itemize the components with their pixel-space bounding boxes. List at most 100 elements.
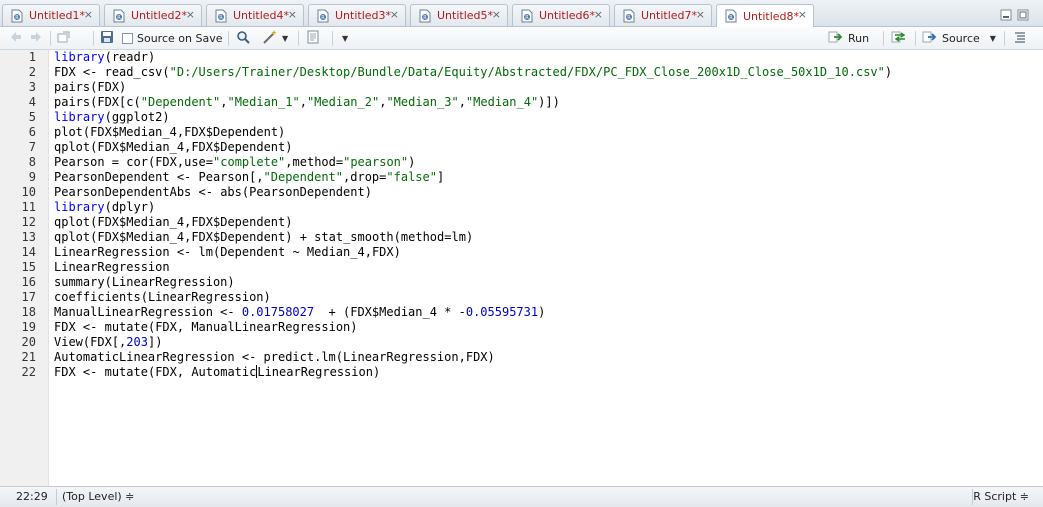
- code-token: mutate: [104, 320, 148, 334]
- close-tab-icon[interactable]: ×: [288, 9, 297, 21]
- chevron-down-icon: ▼: [282, 34, 289, 43]
- code-line[interactable]: LinearRegression <- lm(Dependent ~ Media…: [54, 245, 892, 260]
- code-token: plot: [54, 125, 83, 139]
- code-token: Median_4: [126, 230, 185, 244]
- tab-label: Untitled8*: [743, 9, 800, 23]
- show-in-window-button[interactable]: [57, 30, 71, 47]
- code-token: =: [205, 155, 214, 169]
- string-literal: "Median_4": [465, 95, 539, 109]
- code-line[interactable]: FDX <- mutate(FDX, ManualLinearRegressio…: [54, 320, 892, 335]
- code-token: FDX: [54, 65, 76, 79]
- code-area[interactable]: library(readr) FDX <- read_csv("D:/Users/…: [54, 50, 892, 380]
- code-line[interactable]: qplot(FDX$Median_4,FDX$Dependent) + stat…: [54, 230, 892, 245]
- tab-untitled2[interactable]: R Untitled2* ×: [104, 4, 202, 26]
- close-tab-icon[interactable]: ×: [798, 9, 807, 21]
- forward-button[interactable]: [29, 30, 43, 47]
- maximize-pane-icon[interactable]: [1017, 9, 1029, 24]
- code-token: <-: [169, 170, 199, 184]
- code-line[interactable]: coefficients(LinearRegression): [54, 290, 892, 305]
- close-tab-icon[interactable]: ×: [594, 9, 603, 21]
- close-tab-icon[interactable]: ×: [186, 9, 195, 21]
- code-line[interactable]: library(readr): [54, 50, 892, 65]
- code-token: coefficients: [54, 290, 141, 304]
- code-token: drop: [350, 170, 380, 184]
- back-button[interactable]: [9, 30, 23, 47]
- code-line[interactable]: FDX <- mutate(FDX, AutomaticLinearRegres…: [54, 365, 892, 380]
- code-tools-button[interactable]: ▼: [262, 30, 288, 47]
- line-number: 1: [28, 50, 36, 64]
- toolbar-separator: [332, 31, 333, 46]
- scope-selector[interactable]: (Top Level) ≑: [62, 490, 134, 503]
- code-token: ): [350, 320, 358, 334]
- minimize-pane-icon[interactable]: [1000, 9, 1012, 24]
- code-line[interactable]: summary(LinearRegression): [54, 275, 892, 290]
- tab-untitled8[interactable]: R Untitled8* ×: [716, 4, 814, 27]
- source-on-save-toggle[interactable]: Source on Save: [122, 30, 222, 47]
- code-token: (: [140, 290, 148, 304]
- more-menu-button[interactable]: ▼: [342, 30, 348, 47]
- code-token: ): [372, 365, 381, 379]
- tab-untitled6[interactable]: R Untitled6* ×: [512, 4, 610, 26]
- code-line[interactable]: PearsonDependentAbs <- abs(PearsonDepend…: [54, 185, 892, 200]
- code-token: <-: [75, 320, 105, 334]
- code-line[interactable]: qplot(FDX$Median_4,FDX$Dependent): [54, 140, 892, 155]
- close-tab-icon[interactable]: ×: [696, 9, 705, 21]
- pane-window-controls: [1000, 9, 1029, 24]
- close-tab-icon[interactable]: ×: [390, 9, 399, 21]
- code-line[interactable]: LinearRegression: [54, 260, 892, 275]
- code-token: FDX: [97, 80, 120, 94]
- code-line[interactable]: qplot(FDX$Median_4,FDX$Dependent): [54, 215, 892, 230]
- code-line[interactable]: library(dplyr): [54, 200, 892, 215]
- code-token: (: [104, 50, 112, 64]
- tab-untitled1[interactable]: R Untitled1* ×: [2, 4, 100, 26]
- document-outline-button[interactable]: [1013, 30, 1027, 47]
- close-tab-icon[interactable]: ×: [84, 9, 93, 21]
- code-line[interactable]: plot(FDX$Median_4,FDX$Dependent): [54, 125, 892, 140]
- source-on-save-checkbox[interactable]: [122, 33, 133, 44]
- compile-report-button[interactable]: [306, 30, 320, 47]
- code-token: (: [104, 110, 112, 124]
- tab-untitled4[interactable]: R Untitled4* ×: [206, 4, 304, 26]
- tab-untitled3[interactable]: R Untitled3* ×: [308, 4, 406, 26]
- line-number: 11: [21, 200, 36, 214]
- code-line[interactable]: Pearson = cor(FDX,use="complete",method=…: [54, 155, 892, 170]
- code-token: ): [884, 65, 893, 79]
- code-token: FDX: [90, 335, 112, 349]
- line-number: 5: [28, 110, 36, 124]
- magnifier-icon: [236, 30, 251, 48]
- run-button[interactable]: Run: [828, 30, 869, 47]
- tab-untitled5[interactable]: R Untitled5* ×: [410, 4, 508, 26]
- toolbar-separator: [50, 31, 51, 46]
- code-line[interactable]: PearsonDependent <- Pearson[,"Dependent"…: [54, 170, 892, 185]
- code-token: ,: [458, 95, 466, 109]
- rerun-button[interactable]: [891, 30, 909, 47]
- code-line[interactable]: pairs(FDX[c("Dependent","Median_1","Medi…: [54, 95, 892, 110]
- line-number: 18: [21, 305, 36, 319]
- code-line[interactable]: library(ggplot2): [54, 110, 892, 125]
- code-token: ggplot2: [111, 110, 163, 124]
- code-line[interactable]: ManualLinearRegression <- 0.01758027 + (…: [54, 305, 892, 320]
- file-type-selector[interactable]: R Script ≑: [973, 490, 1029, 503]
- editor-tab-bar: R Untitled1* × R Untitled2* × R Untitled…: [0, 0, 1043, 27]
- line-number: 12: [21, 215, 36, 229]
- code-token: Pearson: [54, 155, 105, 169]
- code-line[interactable]: View(FDX[,203]): [54, 335, 892, 350]
- line-number: 22: [21, 365, 36, 379]
- string-literal: "Median_3": [386, 95, 459, 109]
- line-number: 10: [21, 185, 36, 199]
- line-number-gutter: 1 2 3 4 5 6 7 8 9 10 11 12 13 14 15 16 17 18 19 20 21 22: [0, 50, 49, 486]
- tab-label: Untitled2*: [131, 9, 188, 22]
- tab-untitled7[interactable]: R Untitled7* ×: [614, 4, 712, 26]
- source-button[interactable]: Source ▼: [922, 30, 996, 47]
- code-line[interactable]: pairs(FDX): [54, 80, 892, 95]
- close-tab-icon[interactable]: ×: [492, 9, 501, 21]
- code-token: LinearRegression: [54, 260, 170, 274]
- editor-toolbar: Source on Save ▼ ▼ Run Source ▼: [0, 27, 1043, 50]
- code-token: Dependent: [220, 140, 286, 154]
- code-line[interactable]: FDX <- read_csv("D:/Users/Trainer/Deskto…: [54, 65, 892, 80]
- code-line[interactable]: AutomaticLinearRegression <- predict.lm(…: [54, 350, 892, 365]
- save-button[interactable]: [100, 30, 114, 47]
- run-arrow-icon: [828, 30, 844, 47]
- code-editor[interactable]: 1 2 3 4 5 6 7 8 9 10 11 12 13 14 15 16 17 18 19 20 21 22 libr…: [0, 50, 1043, 486]
- find-replace-button[interactable]: [236, 30, 251, 47]
